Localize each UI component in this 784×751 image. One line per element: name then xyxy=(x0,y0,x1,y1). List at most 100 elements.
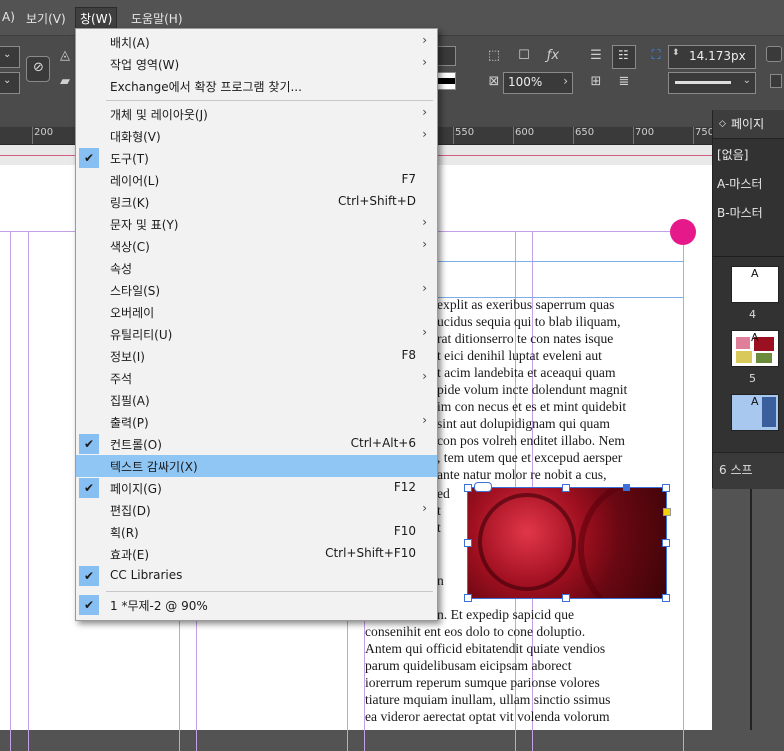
selection-handle[interactable] xyxy=(562,484,570,492)
menu-item[interactable]: 스타일(S) › xyxy=(76,279,437,301)
master-none[interactable]: [없음] xyxy=(717,146,748,163)
menu-item-label: CC Libraries xyxy=(110,568,183,582)
menu-item-shortcut: F8 xyxy=(401,348,416,362)
text-line: ea videror aerectat optat vit volenda vo… xyxy=(365,709,610,724)
content-grabber[interactable] xyxy=(623,484,630,491)
menu-window[interactable]: 창(W) xyxy=(74,7,118,30)
menu-item[interactable]: ✔ CC Libraries xyxy=(76,565,437,587)
menu-item[interactable]: 레이어(L) F7 xyxy=(76,169,437,191)
menu-item[interactable]: 주석 › xyxy=(76,367,437,389)
text-line: pide volum incte dolendunt magnit xyxy=(437,382,628,397)
fx-icon[interactable]: ƒx xyxy=(543,46,563,66)
stroke-weight-field[interactable]: ⬍ 14.173px xyxy=(668,45,756,69)
image-selection-frame[interactable] xyxy=(467,487,667,599)
menu-item[interactable]: 텍스트 감싸기(X) xyxy=(76,455,437,477)
text-line: im con necus et es et mint quidebit xyxy=(437,399,627,414)
menu-item[interactable]: ✔ 페이지(G) F12 xyxy=(76,477,437,499)
link-constraint-icon[interactable]: ⊘ xyxy=(26,56,50,82)
menu-item-shortcut: F10 xyxy=(393,524,416,538)
menu-item[interactable]: 색상(C) › xyxy=(76,235,437,257)
submenu-arrow-icon: › xyxy=(422,127,427,141)
menu-item[interactable]: 오버레이 xyxy=(76,301,437,323)
menu-item[interactable]: 유틸리티(U) › xyxy=(76,323,437,345)
stroke-swatch[interactable] xyxy=(436,72,456,90)
selection-handle[interactable] xyxy=(562,594,570,602)
page-thumbnail-4[interactable]: A xyxy=(731,266,779,303)
out-port-marker[interactable] xyxy=(670,219,696,245)
frame-icon[interactable]: ☐ xyxy=(514,46,534,66)
menu-item[interactable]: 속성 xyxy=(76,257,437,279)
stroke-type-dropdown[interactable]: ⌄ xyxy=(668,72,756,94)
page-thumbnail-5[interactable]: A xyxy=(731,330,779,367)
align-center-icon[interactable]: ☷ xyxy=(612,45,636,69)
checkbox[interactable] xyxy=(770,74,782,88)
menu-object[interactable]: A) xyxy=(0,8,19,26)
shear-icon[interactable]: ▰ xyxy=(55,72,75,92)
text-line: n xyxy=(437,573,444,588)
checkmark-icon: ✔ xyxy=(79,434,99,454)
wrap-icon[interactable]: ⊞ xyxy=(586,72,606,92)
selection-handle[interactable] xyxy=(662,539,670,547)
opacity-field[interactable]: 100% › xyxy=(503,72,573,94)
master-a[interactable]: A-마스터 xyxy=(717,175,762,192)
menu-item-label: 링크(K) xyxy=(110,196,150,210)
menu-item[interactable]: ✔ 컨트롤(O) Ctrl+Alt+6 xyxy=(76,433,437,455)
menu-view[interactable]: 보기(V) xyxy=(22,8,70,29)
distribute-icon[interactable]: ≣ xyxy=(614,72,634,92)
master-letter: A xyxy=(751,267,759,280)
text-line: Antem qui officid ebitatendit quiate ven… xyxy=(365,641,606,656)
chevron-down-icon[interactable]: ⌄ xyxy=(0,46,20,68)
align-left-icon[interactable]: ☰ xyxy=(586,46,606,66)
chevron-down-icon: ⌄ xyxy=(742,75,751,86)
rotate-icon[interactable]: ◬ xyxy=(55,46,75,66)
link-icon[interactable] xyxy=(474,482,492,492)
checkmark-icon: ✔ xyxy=(79,595,99,615)
menu-item[interactable]: 획(R) F10 xyxy=(76,521,437,543)
menu-item[interactable]: 출력(P) › xyxy=(76,411,437,433)
selection-icon[interactable]: ⛶ xyxy=(646,46,666,66)
menu-help[interactable]: 도움말(H) xyxy=(127,8,187,29)
menu-item-label: 개체 및 레이아웃(J) xyxy=(110,108,208,122)
menu-item-label: 스타일(S) xyxy=(110,284,161,298)
menu-item[interactable]: 집필(A) xyxy=(76,389,437,411)
menu-item[interactable]: 편집(D) › xyxy=(76,499,437,521)
selection-handle[interactable] xyxy=(662,484,670,492)
master-b[interactable]: B-마스터 xyxy=(717,204,763,221)
fill-swatch[interactable] xyxy=(436,46,456,66)
menu-item-label: 컨트롤(O) xyxy=(110,438,162,452)
menu-item[interactable]: 링크(K) Ctrl+Shift+D xyxy=(76,191,437,213)
menu-item[interactable]: 효과(E) Ctrl+Shift+F10 xyxy=(76,543,437,565)
stepper-icon[interactable]: ⬍ xyxy=(672,48,680,58)
menu-item[interactable]: 작업 영역(W) › xyxy=(76,53,437,75)
menu-item-label: 유틸리티(U) xyxy=(110,328,173,342)
corner-option-handle[interactable] xyxy=(663,508,671,516)
checkmark-icon: ✔ xyxy=(79,148,99,168)
menu-item[interactable]: Exchange에서 확장 프로그램 찾기... xyxy=(76,75,437,97)
menu-item[interactable]: ✔ 도구(T) xyxy=(76,147,437,169)
frame-option-icon[interactable] xyxy=(766,46,782,62)
menu-item[interactable]: ✔ 1 *무제-2 @ 90% xyxy=(76,594,437,616)
menu-item-label: 문자 및 표(Y) xyxy=(110,218,179,232)
menu-item[interactable]: 대화형(V) › xyxy=(76,125,437,147)
tab-pages[interactable]: ◇ 페이지 xyxy=(713,110,784,139)
selection-handle[interactable] xyxy=(464,594,472,602)
menu-item[interactable]: 개체 및 레이아웃(J) › xyxy=(76,103,437,125)
fit-frame-icon[interactable]: ⬚ xyxy=(484,46,504,66)
menu-item[interactable]: 문자 및 표(Y) › xyxy=(76,213,437,235)
chevron-down-icon[interactable]: ⌄ xyxy=(0,72,20,94)
ruler-tick-line xyxy=(513,127,514,144)
column-guide xyxy=(683,231,684,751)
selection-handle[interactable] xyxy=(662,594,670,602)
selection-handle[interactable] xyxy=(464,539,472,547)
menu-item-shortcut: F7 xyxy=(401,172,416,186)
menu-item[interactable]: 정보(I) F8 xyxy=(76,345,437,367)
opacity-icon[interactable]: ⊠ xyxy=(484,72,504,92)
menu-item-label: 오버레이 xyxy=(110,306,155,320)
menu-item[interactable]: 배치(A) › xyxy=(76,31,437,53)
spread-count: 6 스프 xyxy=(719,463,753,477)
ruler-tick-line xyxy=(693,127,694,144)
selection-handle[interactable] xyxy=(464,484,472,492)
page-thumbnail-6[interactable]: A xyxy=(731,394,779,431)
collapse-icon[interactable]: ◇ xyxy=(719,110,726,138)
ruler-tick-line xyxy=(633,127,634,144)
